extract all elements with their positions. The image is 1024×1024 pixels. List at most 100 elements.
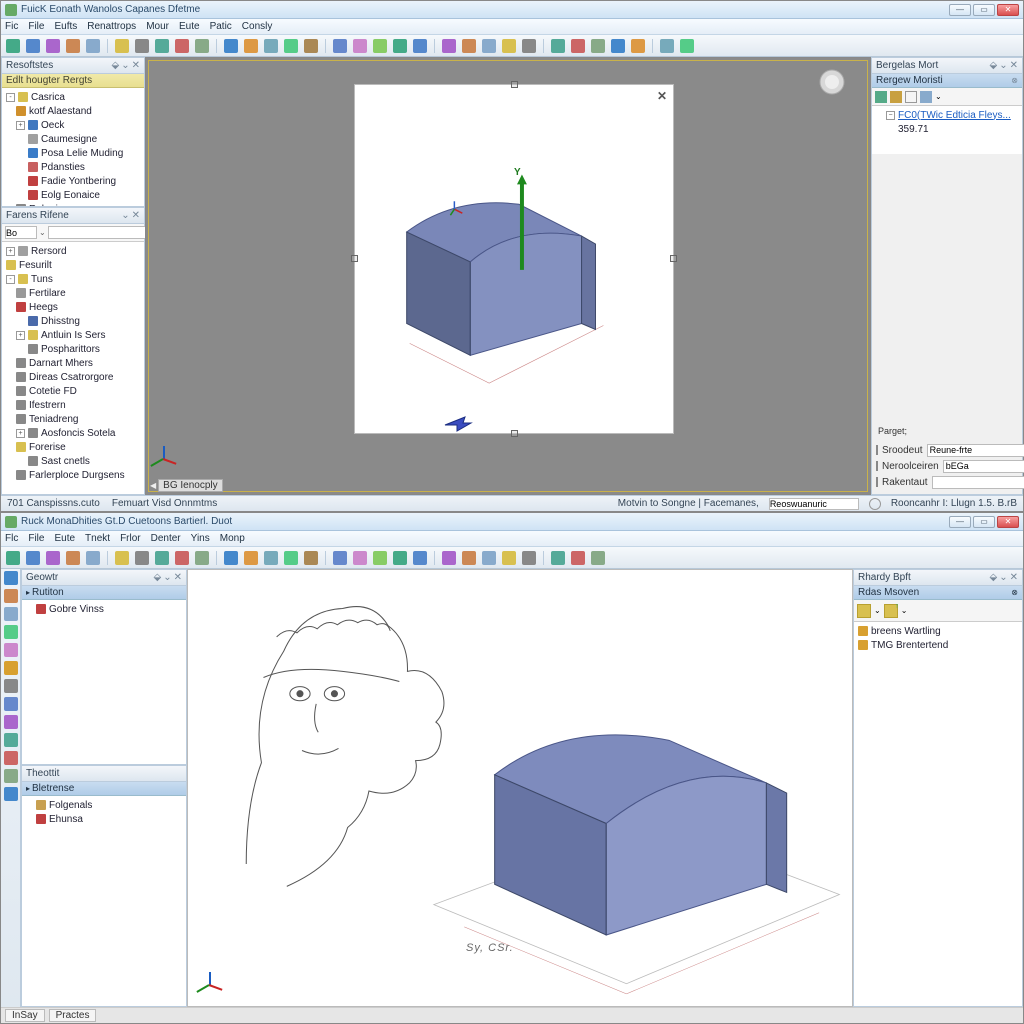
tree-item[interactable]: Dhisstng bbox=[4, 314, 142, 328]
tree-item[interactable]: +Rersord bbox=[4, 244, 142, 258]
tree-item[interactable]: Darnart Mhers bbox=[4, 356, 142, 370]
menu-item[interactable]: Flc bbox=[5, 533, 18, 544]
expand-icon[interactable]: + bbox=[16, 331, 25, 340]
pin-icon[interactable]: ⬙ bbox=[154, 572, 162, 583]
toolbar-button[interactable] bbox=[332, 550, 348, 566]
tree-item[interactable]: Forerise bbox=[4, 440, 142, 454]
tool-icon[interactable] bbox=[4, 787, 18, 801]
menu-item[interactable]: Mour bbox=[146, 21, 169, 32]
tool-icon[interactable] bbox=[4, 679, 18, 693]
toolbar-button[interactable] bbox=[352, 38, 368, 54]
toolbar-button[interactable] bbox=[65, 550, 81, 566]
tree-item[interactable]: breens Wartling bbox=[856, 624, 1020, 638]
panel-close-icon[interactable]: ✕ bbox=[1010, 60, 1018, 71]
toolbar-button[interactable] bbox=[174, 38, 190, 54]
viewport-3d[interactable]: ✕ bbox=[145, 57, 871, 495]
pin-icon[interactable]: ⬙ bbox=[990, 60, 998, 71]
menu-item[interactable]: Eute bbox=[54, 533, 75, 544]
toolbar-button[interactable] bbox=[501, 550, 517, 566]
status-search-input[interactable] bbox=[769, 498, 859, 510]
menu-item[interactable]: Frlor bbox=[120, 533, 141, 544]
tree-item[interactable]: Teniadreng bbox=[4, 412, 142, 426]
tool-icon[interactable] bbox=[4, 715, 18, 729]
menu-item[interactable]: Fic bbox=[5, 21, 18, 32]
viewport-tab[interactable]: ◀ BG Ienocply bbox=[150, 478, 223, 492]
toolbar-button[interactable] bbox=[481, 550, 497, 566]
prop-input[interactable] bbox=[943, 460, 1024, 473]
pin-icon[interactable]: ⬙ bbox=[112, 60, 120, 71]
tree-item[interactable]: Pospharittors bbox=[4, 342, 142, 356]
menu-item[interactable]: Eufts bbox=[54, 21, 77, 32]
panel-close-icon[interactable]: ✕ bbox=[174, 572, 182, 583]
menu-item[interactable]: File bbox=[28, 21, 44, 32]
panel-close-icon[interactable]: ✕ bbox=[132, 210, 140, 221]
tree-item[interactable]: 359.71 bbox=[874, 122, 1020, 136]
toolbar-button[interactable] bbox=[679, 38, 695, 54]
tool-icon[interactable] bbox=[920, 91, 932, 103]
toolbar-button[interactable] bbox=[372, 550, 388, 566]
pin-icon[interactable]: ⬙ bbox=[990, 572, 998, 583]
expand-icon[interactable]: − bbox=[886, 111, 895, 120]
panel-header[interactable]: Geowtr ⬙⌄✕ bbox=[22, 570, 186, 586]
expand-icon[interactable]: - bbox=[6, 275, 15, 284]
panel-close-icon[interactable]: ✕ bbox=[1010, 572, 1018, 583]
toolbar-button[interactable] bbox=[441, 38, 457, 54]
toolbar-button[interactable] bbox=[114, 550, 130, 566]
tree-item[interactable]: +Antluin Is Sers bbox=[4, 328, 142, 342]
toolbar-button[interactable] bbox=[243, 550, 259, 566]
menu-item[interactable]: Eute bbox=[179, 21, 200, 32]
toolbar-button[interactable] bbox=[65, 38, 81, 54]
toolbar-button[interactable] bbox=[25, 550, 41, 566]
toolbar-button[interactable] bbox=[610, 38, 626, 54]
toolbar-button[interactable] bbox=[5, 38, 21, 54]
tree-item[interactable]: Fertilare bbox=[4, 286, 142, 300]
view-cube-icon[interactable] bbox=[818, 68, 846, 96]
tree-item[interactable]: Heegs bbox=[4, 300, 142, 314]
toolbar-button[interactable] bbox=[25, 38, 41, 54]
menu-item[interactable]: Renattrops bbox=[87, 21, 136, 32]
tree-item[interactable]: Pdansties bbox=[4, 160, 142, 174]
expand-icon[interactable]: - bbox=[6, 93, 15, 102]
search-input[interactable] bbox=[5, 226, 37, 239]
toolbar-button[interactable] bbox=[263, 38, 279, 54]
toolbar-button[interactable] bbox=[481, 38, 497, 54]
toolbar-button[interactable] bbox=[461, 38, 477, 54]
panel-close-icon[interactable]: ✕ bbox=[132, 60, 140, 71]
toolbar-button[interactable] bbox=[392, 38, 408, 54]
panel-header[interactable]: Rhardy Bpft ⬙⌄✕ bbox=[854, 570, 1022, 586]
panel-header[interactable]: Resoftstes ⬙⌄✕ bbox=[2, 58, 144, 74]
toolbar-button[interactable] bbox=[194, 550, 210, 566]
toolbar-button[interactable] bbox=[412, 550, 428, 566]
search-go-icon[interactable] bbox=[869, 498, 881, 510]
panel-header[interactable]: Theottit bbox=[22, 766, 186, 782]
menu-item[interactable]: File bbox=[28, 533, 44, 544]
expand-icon[interactable]: + bbox=[6, 247, 15, 256]
checkbox[interactable] bbox=[876, 477, 878, 487]
toolbar-button[interactable] bbox=[501, 38, 517, 54]
tool-icon[interactable] bbox=[905, 91, 917, 103]
toolbar-button[interactable] bbox=[521, 38, 537, 54]
toolbar-button[interactable] bbox=[154, 38, 170, 54]
toolbar-button[interactable] bbox=[154, 550, 170, 566]
menu-item[interactable]: Patic bbox=[210, 21, 232, 32]
panel-sub-header[interactable]: ▸Rutiton bbox=[22, 586, 186, 600]
toolbar-button[interactable] bbox=[85, 550, 101, 566]
toolbar-button[interactable] bbox=[223, 38, 239, 54]
prop-input[interactable] bbox=[927, 444, 1024, 457]
toolbar-button[interactable] bbox=[590, 550, 606, 566]
panel-menu-icon[interactable]: ⌄ bbox=[999, 60, 1007, 71]
toolbar-button[interactable] bbox=[283, 38, 299, 54]
tree-item[interactable]: Caumesigne bbox=[4, 132, 142, 146]
expand-icon[interactable]: + bbox=[16, 121, 25, 130]
titlebar-top[interactable]: FuicK Eonath Wanolos Capanes Dfetme — ▭ … bbox=[1, 1, 1023, 19]
panel-sub-header[interactable]: Rergew Moristi ⊗ bbox=[872, 74, 1022, 88]
scene-tree[interactable]: Gobre Vinss bbox=[22, 600, 186, 764]
tree-item[interactable]: Posa Lelie Muding bbox=[4, 146, 142, 160]
menu-item[interactable]: Denter bbox=[151, 533, 181, 544]
tool-icon[interactable] bbox=[4, 751, 18, 765]
toolbar-button[interactable] bbox=[590, 38, 606, 54]
toolbar-button[interactable] bbox=[114, 38, 130, 54]
panel-menu-icon[interactable]: ⌄ bbox=[121, 210, 129, 221]
tool-icon[interactable] bbox=[4, 571, 18, 585]
toolbar-button[interactable] bbox=[5, 550, 21, 566]
